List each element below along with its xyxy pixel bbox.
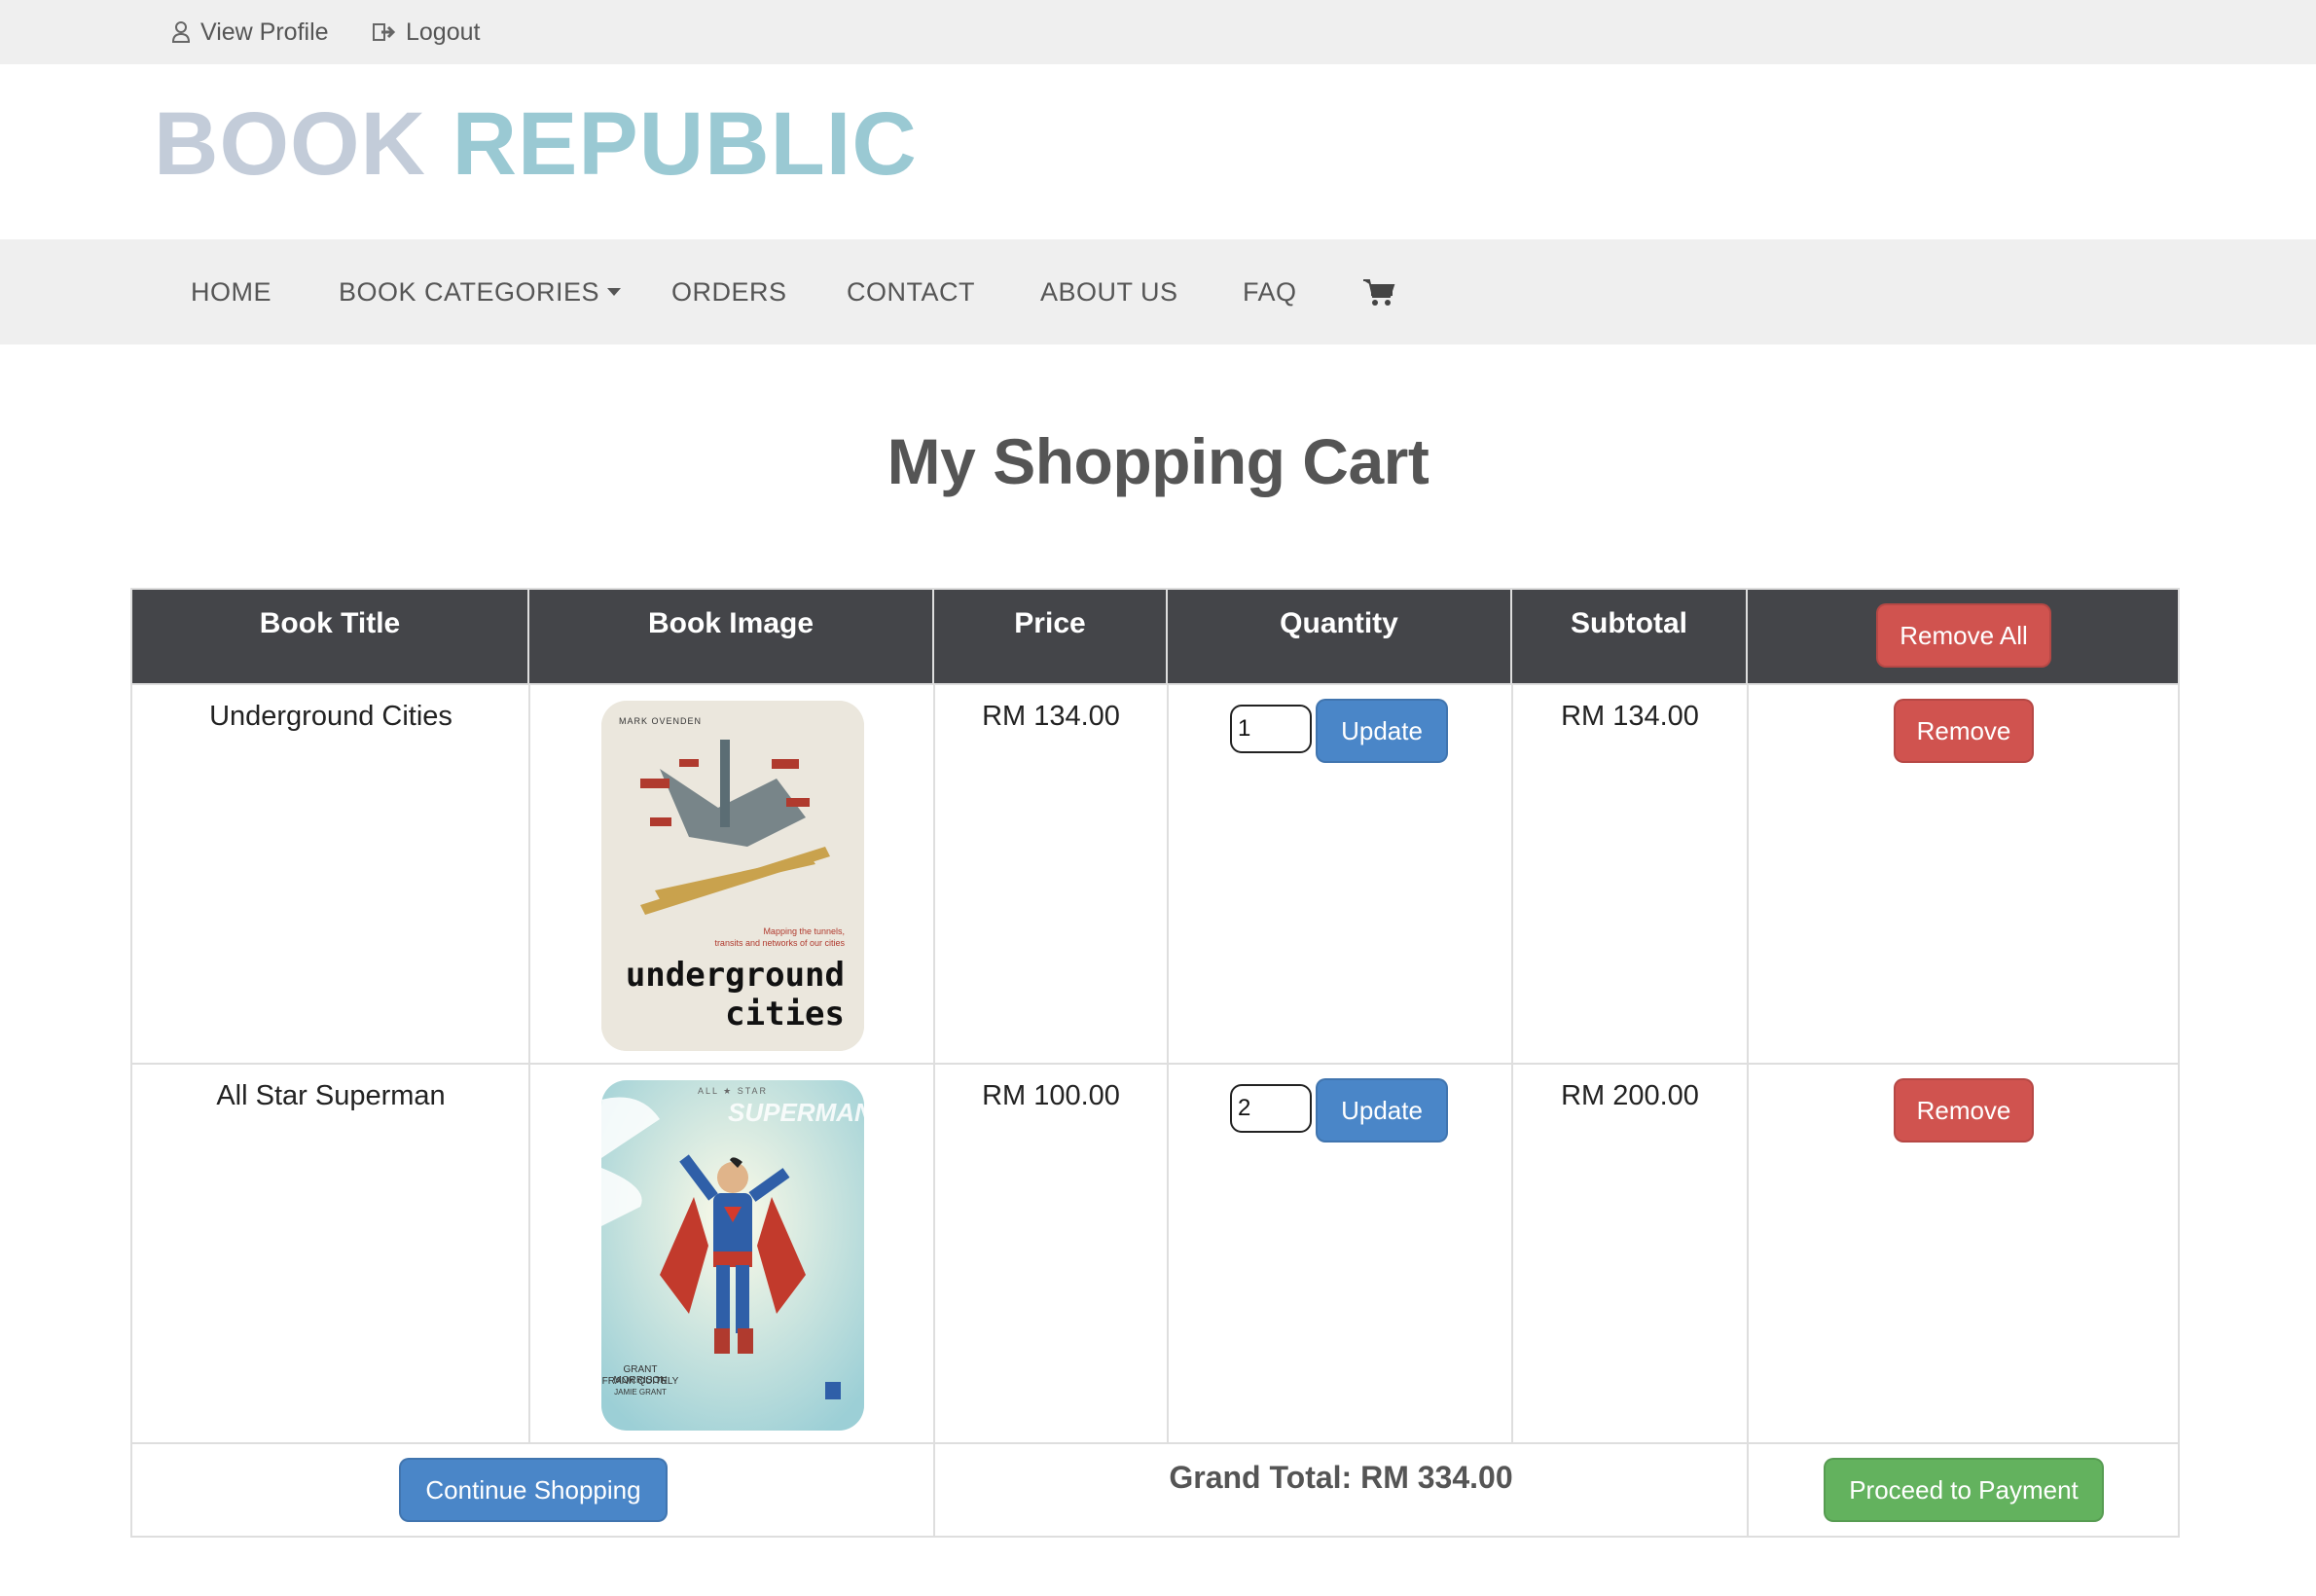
row2-subtotal: RM 200.00 bbox=[1561, 1080, 1699, 1111]
nav-cart[interactable] bbox=[1362, 239, 1395, 345]
row-divider bbox=[132, 1063, 2178, 1065]
row-divider bbox=[132, 683, 2178, 685]
view-profile-label: View Profile bbox=[200, 18, 329, 46]
cart-table: Book Title Book Image Price Quantity Sub… bbox=[130, 588, 2180, 1538]
remove-all-button[interactable]: Remove All bbox=[1876, 603, 2051, 668]
nav-about-us[interactable]: ABOUT US bbox=[1040, 239, 1178, 345]
nav-home[interactable]: HOME bbox=[191, 239, 271, 345]
book-cover-underground-cities: MARK OVENDEN Mapping the tunnels, transi… bbox=[601, 701, 864, 1051]
row2-quantity-input[interactable] bbox=[1230, 1084, 1312, 1133]
row1-book-title: Underground Cities bbox=[209, 701, 452, 732]
shopping-cart-icon bbox=[1363, 279, 1395, 306]
cover-author: MARK OVENDEN bbox=[619, 716, 703, 726]
nav-book-categories[interactable]: BOOK CATEGORIES bbox=[339, 239, 622, 345]
brand-logo[interactable]: BOOK REPUBLIC bbox=[154, 99, 918, 189]
nav-contact[interactable]: CONTACT bbox=[847, 239, 975, 345]
main-navbar: HOME BOOK CATEGORIES ORDERS CONTACT ABOU… bbox=[0, 239, 2316, 345]
logout-link[interactable]: Logout bbox=[373, 0, 480, 64]
sign-out-icon bbox=[373, 23, 396, 41]
header-subtotal: Subtotal bbox=[1512, 590, 1748, 683]
caret-down-icon bbox=[607, 288, 622, 296]
cover-title-2: cities bbox=[725, 995, 845, 1034]
table-header-row: Book Title Book Image Price Quantity Sub… bbox=[132, 590, 2178, 683]
header-quantity: Quantity bbox=[1168, 590, 1512, 683]
book-cover-all-star-superman: ALL ★ STAR SUPERMAN GRANT MORRISON FRANK… bbox=[601, 1080, 864, 1431]
logout-label: Logout bbox=[406, 18, 481, 46]
cover-series-label: ALL ★ STAR bbox=[697, 1086, 769, 1096]
nav-orders[interactable]: ORDERS bbox=[671, 239, 787, 345]
cover-tagline-1: Mapping the tunnels, bbox=[763, 926, 845, 936]
nav-faq[interactable]: FAQ bbox=[1243, 239, 1297, 345]
header-price: Price bbox=[934, 590, 1168, 683]
cover-tagline-2: transits and networks of our cities bbox=[714, 938, 845, 948]
header-book-image: Book Image bbox=[529, 590, 934, 683]
cover-logo: SUPERMAN bbox=[728, 1098, 864, 1127]
brand-word-republic: REPUBLIC bbox=[452, 94, 918, 194]
row2-book-title: All Star Superman bbox=[216, 1080, 446, 1111]
view-profile-link[interactable]: View Profile bbox=[171, 0, 329, 64]
cover-credit-3: JAMIE GRANT bbox=[614, 1388, 667, 1396]
row-divider bbox=[132, 1442, 2178, 1444]
grand-total: Grand Total: RM 334.00 bbox=[1169, 1460, 1513, 1495]
brand-word-book: BOOK bbox=[154, 94, 426, 194]
header-book-title: Book Title bbox=[132, 590, 529, 683]
column-divider bbox=[528, 683, 530, 1442]
top-utility-bar: View Profile Logout bbox=[0, 0, 2316, 64]
user-icon bbox=[171, 21, 191, 43]
cover-credit-2: FRANK QUITELY bbox=[601, 1376, 679, 1387]
row1-quantity-input[interactable] bbox=[1230, 705, 1312, 753]
cover-title-1: underground bbox=[625, 956, 845, 995]
row2-remove-button[interactable]: Remove bbox=[1894, 1078, 2034, 1143]
row2-update-button[interactable]: Update bbox=[1316, 1078, 1448, 1143]
nav-book-categories-label: BOOK CATEGORIES bbox=[339, 276, 600, 307]
row1-remove-button[interactable]: Remove bbox=[1894, 699, 2034, 763]
proceed-to-payment-button[interactable]: Proceed to Payment bbox=[1824, 1458, 2104, 1522]
page-title: My Shopping Cart bbox=[887, 425, 1429, 497]
column-divider bbox=[1167, 683, 1169, 1442]
row2-price: RM 100.00 bbox=[982, 1080, 1120, 1111]
continue-shopping-button[interactable]: Continue Shopping bbox=[399, 1458, 668, 1522]
row1-subtotal: RM 134.00 bbox=[1561, 701, 1699, 732]
row1-update-button[interactable]: Update bbox=[1316, 699, 1448, 763]
row1-price: RM 134.00 bbox=[982, 701, 1120, 732]
column-divider bbox=[1511, 683, 1513, 1442]
